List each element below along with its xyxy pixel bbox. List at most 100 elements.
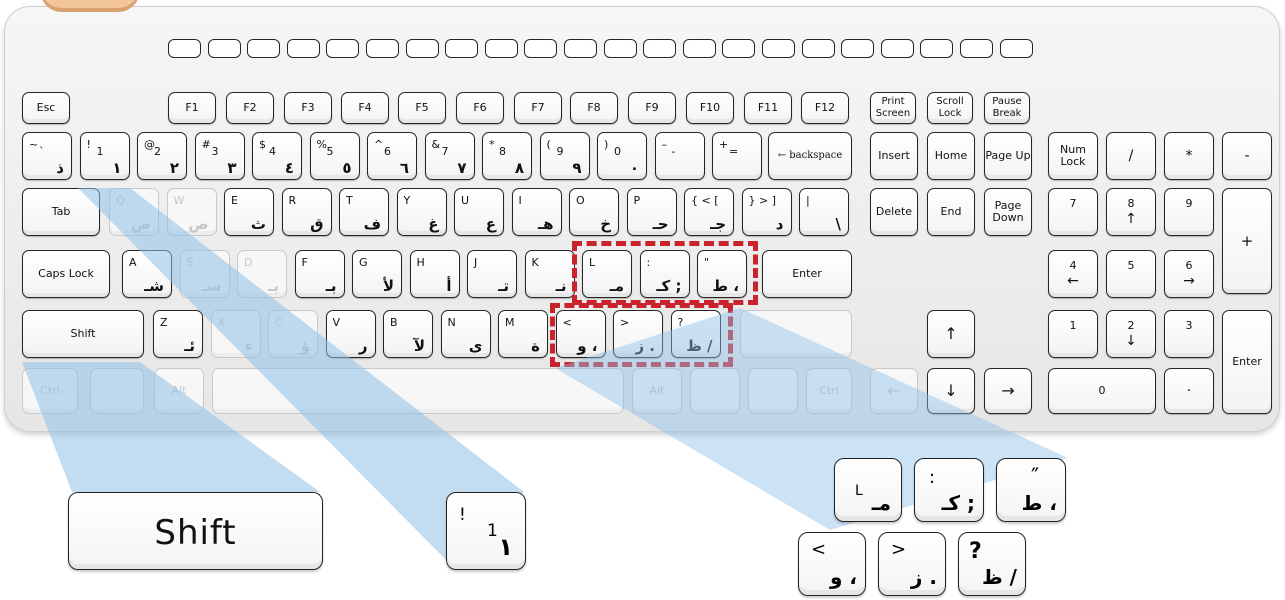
key-top-12[interactable]: | \ [799, 188, 849, 236]
key-arrow-up[interactable]: ↑ [927, 310, 975, 358]
key-bottom-6[interactable]: Mة [498, 310, 548, 358]
key-arrow-left[interactable]: ← [870, 368, 918, 414]
key-num-dot[interactable]: · [1164, 368, 1214, 414]
key-f1[interactable]: F1 [168, 92, 216, 124]
key-top-0[interactable]: Qض [109, 188, 159, 236]
key-home-1[interactable]: S سـ [179, 250, 230, 298]
key-num-plus[interactable]: + [1222, 188, 1272, 294]
key-fn[interactable] [690, 368, 740, 414]
key-arrow-right[interactable]: → [984, 368, 1032, 414]
key-top-5[interactable]: Yغ [396, 188, 447, 236]
key-top-10[interactable]: { < [جـ [684, 188, 734, 236]
key-top-2[interactable]: Eث [224, 188, 274, 236]
key-f8[interactable]: F8 [570, 92, 618, 124]
key-ctrl-left[interactable]: Ctrl [22, 368, 78, 414]
key-top-9[interactable]: P حـ [626, 188, 677, 236]
key-num-3[interactable]: 3 [1164, 310, 1214, 358]
key-caps-lock[interactable]: Caps Lock [22, 250, 110, 298]
key-home-3[interactable]: F بـ [294, 250, 345, 298]
key-home-7[interactable]: K نـ [524, 250, 575, 298]
key-arrow-down[interactable]: ↓ [927, 368, 975, 414]
key-bottom-5[interactable]: Nى [440, 310, 491, 358]
key-number-7[interactable]: & 7 ٧ [424, 132, 475, 180]
key-page-up[interactable]: Page Up [984, 132, 1032, 180]
key-num-4[interactable]: 4 ← [1048, 250, 1098, 298]
key-number-9[interactable]: (9 ٩ [539, 132, 590, 180]
key-number-11[interactable]: – - [654, 132, 705, 180]
key-home-6[interactable]: J تـ [467, 250, 517, 298]
key-alt-left[interactable]: Alt [154, 368, 204, 414]
key-f4[interactable]: F4 [341, 92, 389, 124]
key-num-8[interactable]: 8 ↑ [1106, 188, 1156, 236]
key-bottom-3[interactable]: Vر [325, 310, 376, 358]
key-number-0[interactable]: ~ ` ذ [22, 132, 72, 180]
key-top-11[interactable]: } > ] د [741, 188, 792, 236]
key-num-0[interactable]: 0 [1048, 368, 1156, 414]
key-bottom-1[interactable]: Xء [210, 310, 261, 358]
key-number-4[interactable]: $4 ٤ [252, 132, 302, 180]
key-num-enter[interactable]: Enter [1222, 310, 1272, 414]
key-number-10[interactable]: ) 0 ٠ [597, 132, 647, 180]
key-windows[interactable] [90, 368, 144, 414]
key-menu[interactable] [748, 368, 798, 414]
key-shift[interactable]: Shift [22, 310, 144, 358]
key-top-1[interactable]: Wص [166, 188, 217, 236]
key-top-6[interactable]: Uع [454, 188, 504, 236]
key-num-6[interactable]: 6 → [1164, 250, 1214, 298]
key-scroll-lock[interactable]: Scroll Lock [927, 92, 973, 124]
key-bottom-4[interactable]: B لآ [383, 310, 433, 358]
key-space[interactable] [212, 368, 624, 414]
key-f3[interactable]: F3 [284, 92, 332, 124]
key-number-3[interactable]: #3 ٣ [194, 132, 245, 180]
key-bottom-0[interactable]: Z ئـ [153, 310, 203, 358]
key-num-lock[interactable]: Num Lock [1048, 132, 1098, 180]
key-f3-label: F3 [301, 101, 315, 114]
key-tab[interactable]: Tab [22, 188, 100, 236]
key-end[interactable]: End [927, 188, 975, 236]
key-num-2[interactable]: 2 ↓ [1106, 310, 1156, 358]
key-bottom-2[interactable]: Cؤ [268, 310, 318, 358]
key-number-1[interactable]: ! 1 ١ [79, 132, 130, 180]
key-number-5[interactable]: % 5 ٥ [309, 132, 360, 180]
key-home-0[interactable]: A شـ [122, 250, 172, 298]
key-alt-right[interactable]: Alt [632, 368, 682, 414]
key-top-7[interactable]: I هـ [511, 188, 562, 236]
key-f10[interactable]: F10 [686, 92, 734, 124]
key-num-slash[interactable]: / [1106, 132, 1156, 180]
key-number-2[interactable]: @2 ٢ [137, 132, 187, 180]
key-num-1[interactable]: 1 [1048, 310, 1098, 358]
key-f5[interactable]: F5 [398, 92, 446, 124]
key-insert[interactable]: Insert [870, 132, 918, 180]
key-number-8[interactable]: * 8 ٨ [482, 132, 532, 180]
key-ctrl-right[interactable]: Ctrl [806, 368, 852, 414]
key-home-2[interactable]: D يـ [237, 250, 287, 298]
key-num-9[interactable]: 9 [1164, 188, 1214, 236]
key-num-5[interactable]: 5 [1106, 250, 1156, 298]
key-f8-label: F8 [587, 101, 601, 114]
key-home[interactable]: Home [927, 132, 975, 180]
key-top-8[interactable]: Oخ [569, 188, 619, 236]
key-esc[interactable]: Esc [22, 92, 70, 124]
key-f9[interactable]: F9 [628, 92, 676, 124]
key-page-down[interactable]: Page Down [984, 188, 1032, 236]
key-number-12[interactable]: + = [712, 132, 762, 180]
key-top-4[interactable]: Tف [339, 188, 389, 236]
key-num-star[interactable]: * [1164, 132, 1214, 180]
key-home-4[interactable]: G لأ [352, 250, 402, 298]
key-f7[interactable]: F7 [514, 92, 562, 124]
key-f2[interactable]: F2 [226, 92, 274, 124]
key-f12[interactable]: F12 [801, 92, 849, 124]
key-f6[interactable]: F6 [456, 92, 504, 124]
key-print-screen[interactable]: Print Screen [870, 92, 916, 124]
key-f11[interactable]: F11 [744, 92, 792, 124]
key-pause-break[interactable]: Pause Break [984, 92, 1030, 124]
key-delete[interactable]: Delete [870, 188, 918, 236]
key-home-5[interactable]: Hأ [409, 250, 460, 298]
key-enter[interactable]: Enter [762, 250, 852, 298]
key-top-3[interactable]: Rق [281, 188, 332, 236]
key-num-7[interactable]: 7 [1048, 188, 1098, 236]
key-number-6[interactable]: ^ 6 ٦ [367, 132, 417, 180]
key-num-minus[interactable]: - [1222, 132, 1272, 180]
key-backspace[interactable]: ← backspace [768, 132, 852, 180]
key-right-shift[interactable] [740, 310, 852, 358]
